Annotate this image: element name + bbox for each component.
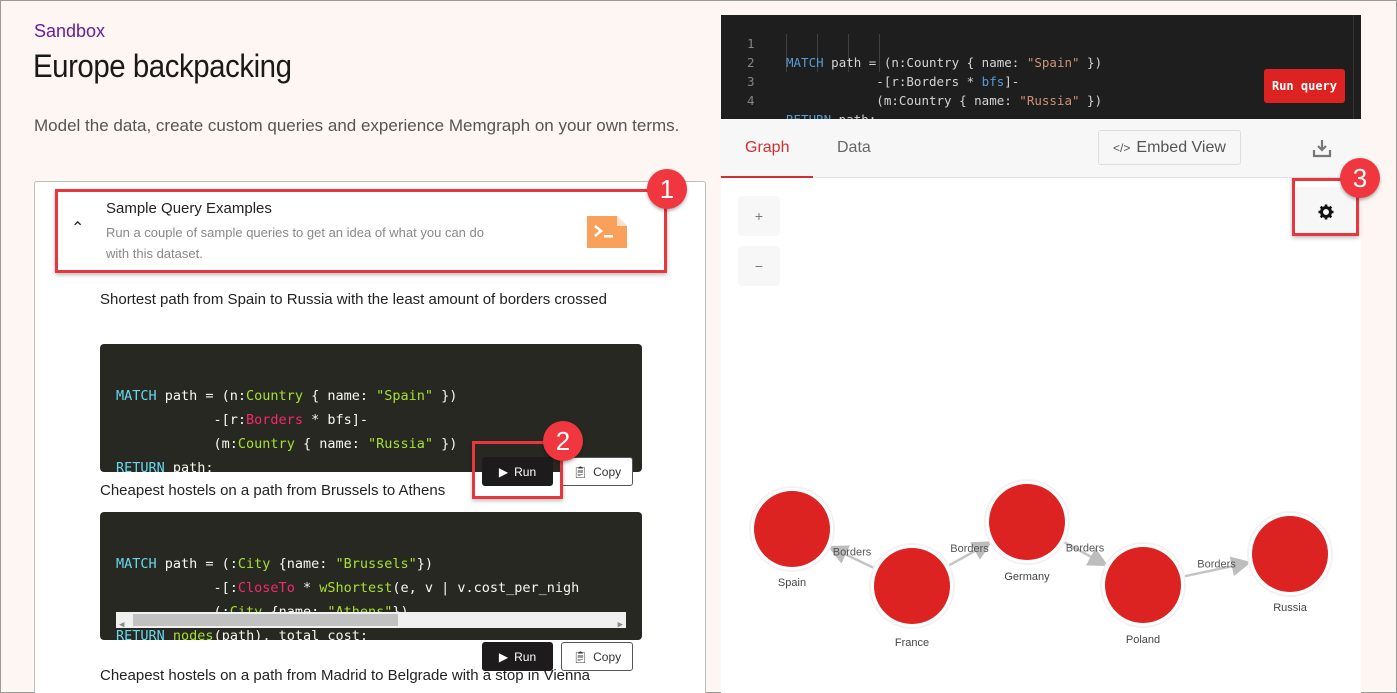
edge-label: Borders [1197, 559, 1236, 571]
annotation-badge: 2 [543, 421, 583, 461]
breadcrumb[interactable]: Sandbox [34, 21, 105, 42]
node-label: Russia [1273, 602, 1308, 614]
accordion-subtitle: Run a couple of sample queries to get an… [106, 225, 484, 261]
edge-label: Borders [950, 543, 989, 555]
query-description: Cheapest hostels on a path from Madrid t… [100, 667, 591, 684]
editor-line: 1 MATCH path = (n:Country { name: "Spain… [747, 36, 1103, 70]
editor-line: 2 -[r:Borders * bfs]- [747, 55, 1020, 89]
node-label: Poland [1126, 634, 1160, 646]
scrollbar-thumb[interactable] [133, 614, 398, 626]
horizontal-scrollbar[interactable]: ◀ ▶ [116, 612, 626, 630]
tab-graph[interactable]: Graph [721, 119, 814, 178]
code-block-2: MATCH path = (:City {name: "Brussels"}) … [100, 512, 642, 640]
graph-visualization[interactable]: Borders Borders Borders Borders Spain France G… [721, 178, 1361, 693]
code-line: -[:CloseTo * wShortest(e, v | v.cost_per… [116, 580, 580, 596]
tab-data[interactable]: Data [813, 119, 895, 178]
code-line: MATCH path = (:City {name: "Brussels"}) [116, 556, 434, 572]
edge-label: Borders [833, 547, 872, 559]
query-editor[interactable]: 1 MATCH path = (n:Country { name: "Spain… [721, 15, 1361, 127]
code-icon: </> [1113, 140, 1131, 155]
query-description: Shortest path from Spain to Russia with … [100, 291, 607, 308]
chevron-up-icon[interactable]: ⌃ [71, 218, 84, 238]
copy-icon: 📋︎ [572, 649, 589, 664]
graph-node-france[interactable] [874, 548, 950, 624]
download-icon[interactable] [1311, 137, 1333, 159]
query-description: Cheapest hostels on a path from Brussels… [100, 482, 446, 499]
sample-queries-card: ⌃ Sample Query Examples Run a couple of … [34, 181, 706, 693]
graph-node-spain[interactable] [754, 491, 830, 567]
node-label: France [895, 637, 929, 649]
graph-node-russia[interactable] [1252, 516, 1328, 592]
editor-line: 4 RETURN path; [747, 93, 876, 127]
copy-icon: 📋︎ [572, 464, 589, 479]
annotation-badge: 1 [647, 169, 687, 209]
page-description: Model the data, create custom queries an… [34, 116, 680, 135]
result-tabs-bar: Graph Data </> Embed View [721, 119, 1361, 178]
page-title: Europe backpacking [33, 48, 292, 84]
run-query-button[interactable]: Run query [1264, 69, 1345, 103]
annotation-badge: 3 [1340, 158, 1380, 198]
embed-view-button[interactable]: </> Embed View [1098, 130, 1241, 165]
scroll-right-icon[interactable]: ▶ [618, 613, 623, 637]
graph-node-germany[interactable] [989, 484, 1065, 560]
sandbox-panel: Sandbox Europe backpacking Model the dat… [1, 1, 721, 693]
play-icon: ▶ [498, 649, 509, 664]
edge-label: Borders [1066, 543, 1105, 555]
editor-scrollbar[interactable] [1353, 15, 1361, 119]
node-label: Germany [1004, 571, 1050, 583]
scroll-left-icon[interactable]: ◀ [119, 613, 124, 637]
graph-canvas[interactable]: + − Borders Borders Borders Borders Spain Fra… [721, 178, 1361, 693]
accordion-title: Sample Query Examples [106, 200, 272, 217]
node-label: Spain [778, 577, 806, 589]
graph-node-poland[interactable] [1105, 547, 1181, 623]
play-icon: ▶ [498, 464, 509, 479]
accordion-header[interactable]: ⌃ Sample Query Examples Run a couple of … [57, 190, 667, 272]
code-line: MATCH path = (n:Country { name: "Spain" … [116, 388, 458, 404]
editor-line: 3 (m:Country { name: "Russia" }) [747, 74, 1103, 108]
terminal-file-icon [587, 216, 627, 248]
